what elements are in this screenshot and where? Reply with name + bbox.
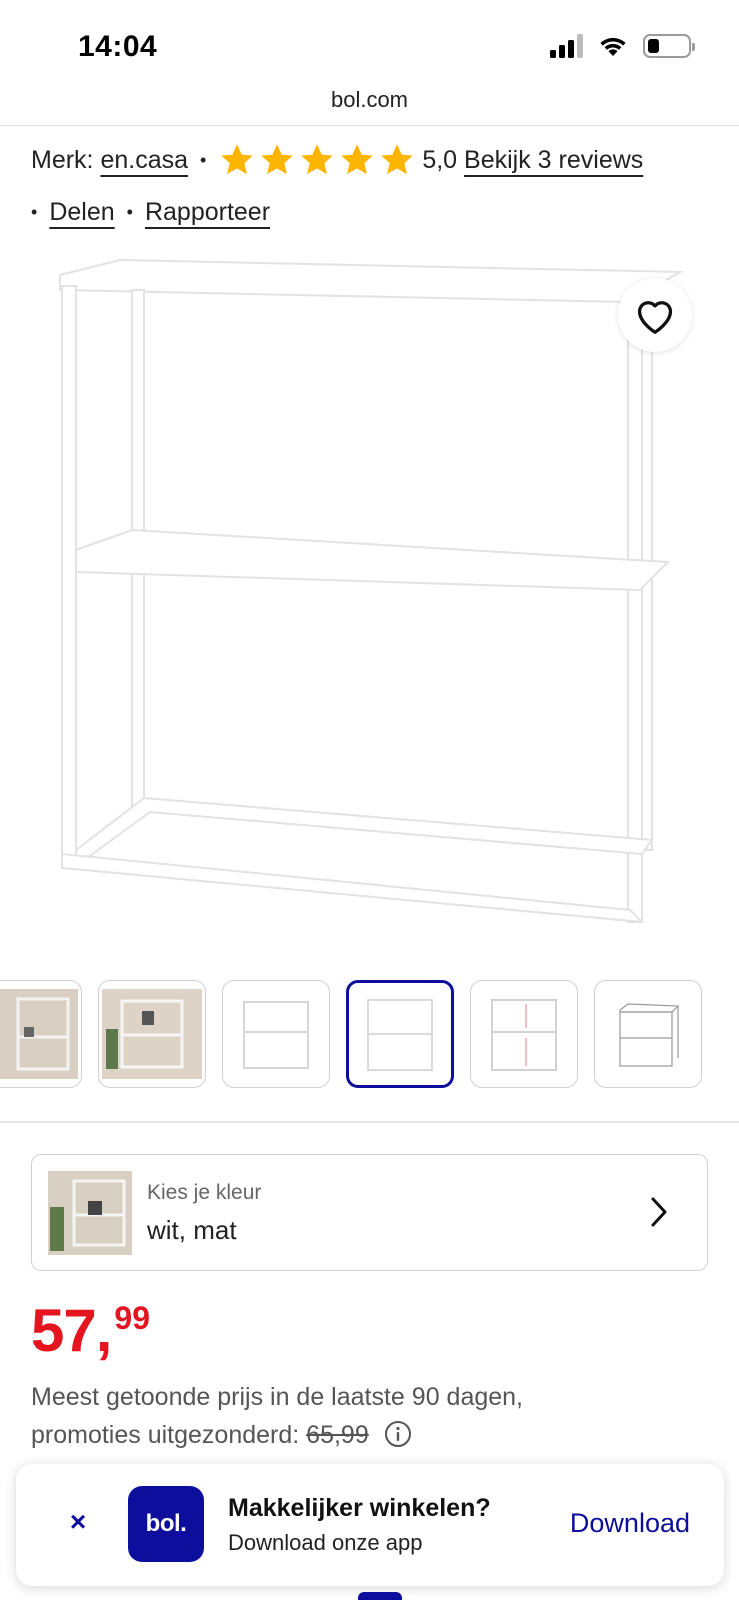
star-icon: [261, 144, 294, 175]
close-icon[interactable]: ×: [64, 1502, 92, 1542]
price: 57 , 99: [31, 1300, 150, 1362]
separator-dot: •: [200, 150, 207, 170]
wifi-icon: [600, 37, 626, 56]
banner-subtitle: Download onze app: [228, 1530, 423, 1555]
price-decimals: 99: [114, 1300, 151, 1336]
color-thumbnail: [48, 1171, 132, 1255]
chevron-right-icon: [651, 1197, 667, 1227]
separator-dot: •: [126, 202, 133, 222]
battery-icon: [643, 34, 695, 58]
product-meta: Merk: en.casa • 5,0 Bekijk 3 reviews • D…: [31, 140, 721, 226]
thumbnail[interactable]: [222, 980, 330, 1088]
brand-link[interactable]: en.casa: [100, 140, 188, 180]
section-divider: [0, 1121, 739, 1123]
product-image[interactable]: [0, 250, 739, 950]
banner-title: Makkelijker winkelen?: [228, 1494, 491, 1522]
cellular-signal-icon: [550, 34, 583, 58]
star-icon: [301, 144, 334, 175]
color-chooser-label: Kies je kleur: [147, 1181, 262, 1204]
separator-dot: •: [31, 202, 38, 222]
status-time: 14:04: [78, 30, 158, 63]
color-chooser[interactable]: Kies je kleur wit, mat: [31, 1154, 708, 1271]
thumbnail[interactable]: [594, 980, 702, 1088]
old-price: 65,99: [306, 1421, 369, 1449]
report-link[interactable]: Rapporteer: [145, 192, 270, 232]
status-bar: 14:04: [0, 0, 739, 82]
star-icon: [341, 144, 374, 175]
share-link[interactable]: Delen: [49, 192, 114, 232]
download-button[interactable]: Download: [570, 1508, 690, 1539]
price-note-line2: promoties uitgezonderd:: [31, 1421, 300, 1449]
url-bar[interactable]: bol.com: [0, 84, 739, 126]
bol-app-logo: bol.: [128, 1486, 204, 1562]
info-icon[interactable]: [384, 1420, 412, 1448]
price-comma: ,: [95, 1297, 113, 1364]
thumbnail[interactable]: [0, 980, 82, 1088]
price-integer: 57: [31, 1297, 97, 1364]
rating-value: 5,0: [422, 146, 458, 174]
app-download-banner: × bol. Makkelijker winkelen? Download on…: [16, 1464, 724, 1586]
thumbnail[interactable]: [98, 980, 206, 1088]
rating-stars: [218, 142, 416, 178]
price-note: Meest getoonde prijs in de laatste 90 da…: [31, 1378, 671, 1454]
thumbnail[interactable]: [346, 980, 454, 1088]
price-note-line1: Meest getoonde prijs in de laatste 90 da…: [31, 1383, 524, 1411]
star-icon: [381, 144, 414, 175]
brand-label: Merk:: [31, 146, 94, 174]
thumbnail[interactable]: [470, 980, 578, 1088]
thumbnail-strip: [0, 980, 739, 1092]
heart-icon: [637, 301, 673, 334]
reviews-link[interactable]: Bekijk 3 reviews: [464, 140, 643, 180]
star-icon: [221, 144, 254, 175]
favorite-button[interactable]: [618, 278, 692, 352]
color-chooser-value: wit, mat: [147, 1215, 237, 1245]
status-icons: [550, 34, 695, 58]
bottom-peek-element: [358, 1592, 402, 1600]
